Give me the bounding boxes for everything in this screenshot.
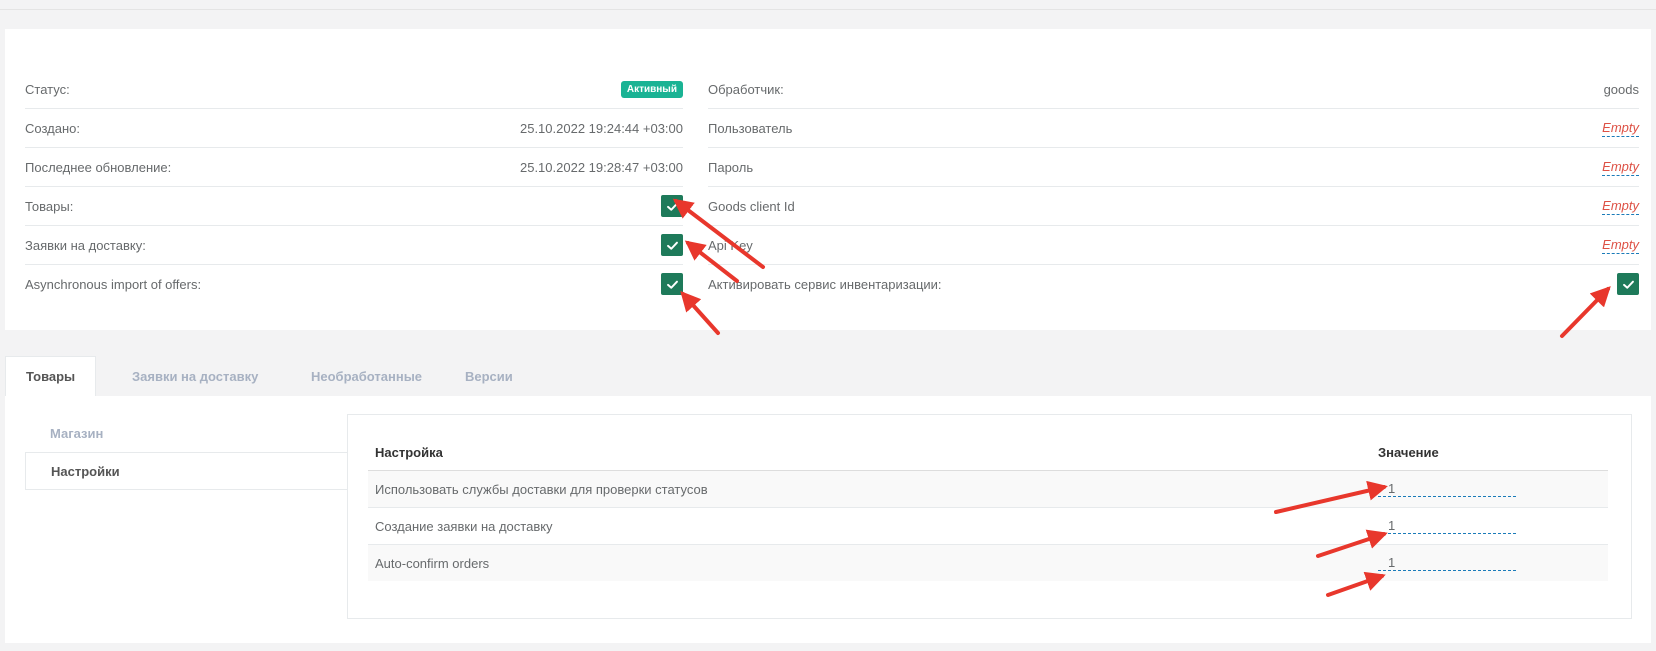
content-panel: Магазин Настройки Настройка Значение Исп… <box>5 396 1651 643</box>
info-label: Api Key <box>708 237 753 253</box>
info-left-column: Статус: Активный Создано: 25.10.2022 19:… <box>25 70 683 303</box>
info-row-status: Статус: Активный <box>25 70 683 109</box>
setting-value-editable[interactable]: 1 <box>1378 481 1516 497</box>
setting-name: Auto-confirm orders <box>375 555 490 571</box>
info-panel: Статус: Активный Создано: 25.10.2022 19:… <box>5 29 1651 330</box>
table-row: Создание заявки на доставку 1 <box>368 508 1608 545</box>
updated-value: 25.10.2022 19:28:47 +03:00 <box>519 159 683 175</box>
table-header-row: Настройка Значение <box>368 435 1608 471</box>
info-row-api-key: Api Key Empty <box>708 226 1639 265</box>
setting-name: Создание заявки на доставку <box>375 518 553 534</box>
tab-bar: Товары Заявки на доставку Необработанные… <box>5 356 1651 397</box>
status-badge: Активный <box>620 80 683 98</box>
info-right-column: Обработчик: goods Пользователь Empty Пар… <box>708 70 1639 303</box>
info-row-client-id: Goods client Id Empty <box>708 187 1639 226</box>
delivery-requests-checkbox[interactable] <box>661 234 683 256</box>
column-header-setting: Настройка <box>375 445 443 460</box>
info-label: Заявки на доставку: <box>25 237 146 253</box>
side-nav-item-settings[interactable]: Настройки <box>25 452 353 490</box>
checkmark-icon <box>666 202 678 211</box>
tab-unprocessed[interactable]: Необработанные <box>291 356 442 396</box>
goods-checkbox[interactable] <box>661 195 683 217</box>
created-value: 25.10.2022 19:24:44 +03:00 <box>519 120 683 136</box>
info-label: Обработчик: <box>708 81 784 97</box>
info-label: Статус: <box>25 81 70 97</box>
tab-delivery-requests[interactable]: Заявки на доставку <box>112 356 278 396</box>
info-label: Последнее обновление: <box>25 159 172 175</box>
user-editable-value[interactable]: Empty <box>1602 120 1639 137</box>
checkmark-icon <box>666 280 678 289</box>
async-import-checkbox[interactable] <box>661 273 683 295</box>
info-label: Asynchronous import of offers: <box>25 276 202 292</box>
info-label: Пользователь <box>708 120 793 136</box>
info-label: Товары: <box>25 198 74 214</box>
handler-value: goods <box>1603 81 1639 97</box>
info-row-async-import: Asynchronous import of offers: <box>25 265 683 303</box>
tab-versions[interactable]: Версии <box>445 356 533 396</box>
info-label: Активировать сервис инвентаризации: <box>708 276 942 292</box>
info-label: Goods client Id <box>708 198 795 214</box>
setting-value-editable[interactable]: 1 <box>1378 518 1516 534</box>
setting-value-cell: 1 <box>1371 481 1608 497</box>
table-row: Использовать службы доставки для проверк… <box>368 471 1608 508</box>
checkmark-icon <box>666 241 678 250</box>
top-bar <box>0 0 1656 10</box>
info-row-updated: Последнее обновление: 25.10.2022 19:28:4… <box>25 148 683 187</box>
info-row-delivery: Заявки на доставку: <box>25 226 683 265</box>
api-key-editable-value[interactable]: Empty <box>1602 237 1639 254</box>
setting-value-cell: 1 <box>1371 518 1608 534</box>
setting-name: Использовать службы доставки для проверк… <box>375 481 708 497</box>
info-label: Создано: <box>25 120 80 136</box>
column-header-value: Значение <box>1378 445 1439 460</box>
tab-goods[interactable]: Товары <box>5 356 97 397</box>
setting-value-cell: 1 <box>1371 555 1608 571</box>
info-row-created: Создано: 25.10.2022 19:24:44 +03:00 <box>25 109 683 148</box>
side-nav: Магазин Настройки <box>25 414 353 490</box>
info-row-user: Пользователь Empty <box>708 109 1639 148</box>
side-nav-item-shop[interactable]: Магазин <box>25 414 353 452</box>
client-id-editable-value[interactable]: Empty <box>1602 198 1639 215</box>
info-row-goods: Товары: <box>25 187 683 226</box>
table-row: Auto-confirm orders 1 <box>368 545 1608 581</box>
info-row-handler: Обработчик: goods <box>708 70 1639 109</box>
settings-box: Настройка Значение Использовать службы д… <box>347 414 1632 619</box>
checkmark-icon <box>1622 280 1634 289</box>
settings-table: Настройка Значение Использовать службы д… <box>368 435 1608 581</box>
info-row-password: Пароль Empty <box>708 148 1639 187</box>
setting-value-editable[interactable]: 1 <box>1378 555 1516 571</box>
info-label: Пароль <box>708 159 754 175</box>
info-row-inventory: Активировать сервис инвентаризации: <box>708 265 1639 303</box>
inventory-service-checkbox[interactable] <box>1617 273 1639 295</box>
password-editable-value[interactable]: Empty <box>1602 159 1639 176</box>
